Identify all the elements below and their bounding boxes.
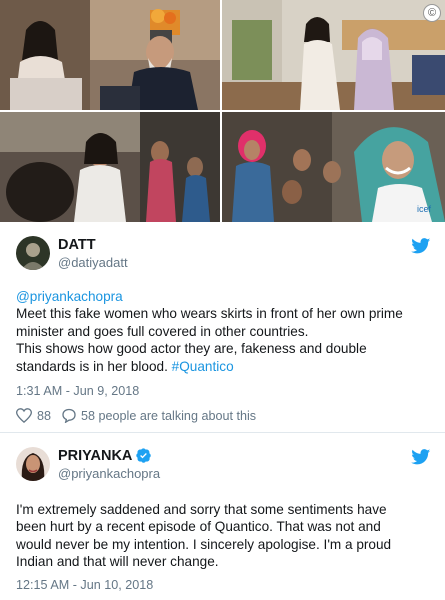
- tweet-timestamp[interactable]: 1:31 AM - Jun 9, 2018: [16, 384, 139, 398]
- photo-meeting-prime-minister: [0, 0, 220, 110]
- mention-link[interactable]: @priyankachopra: [16, 289, 123, 304]
- watermark-badge: ©: [423, 4, 441, 22]
- display-name-text[interactable]: PRIYANKA: [58, 448, 132, 464]
- avatar[interactable]: [16, 447, 50, 481]
- tweet-line: standards is in her blood.: [16, 358, 172, 374]
- tweet-line: Indian and that will never change.: [16, 554, 219, 570]
- tweet-timestamp[interactable]: 12:15 AM - Jun 10, 2018: [16, 578, 153, 592]
- twitter-bird-icon[interactable]: [411, 449, 431, 465]
- display-name[interactable]: PRIYANKA: [58, 448, 152, 464]
- photo-headscarf-crowd: icef: [222, 112, 445, 222]
- twitter-bird-icon[interactable]: [411, 238, 431, 254]
- tweet-line: would never be my intention. I sincerely…: [16, 536, 392, 552]
- comment-bubble-icon[interactable]: [61, 408, 77, 423]
- tweet-card-datt[interactable]: DATT @datiyadatt @priyankachopra Meet th…: [0, 222, 445, 433]
- user-handle[interactable]: @priyankachopra: [58, 466, 160, 481]
- tweet-text: I'm extremely saddened and sorry that so…: [16, 501, 434, 571]
- tweet-text: @priyankachopra Meet this fake women who…: [16, 288, 434, 375]
- display-name[interactable]: DATT: [58, 237, 96, 253]
- tweet-line: This shows how good actor they are, fake…: [16, 341, 367, 357]
- photo-refugee-visit: [0, 112, 220, 222]
- tweet-line: been hurt by a recent episode of Quantic…: [16, 519, 381, 535]
- like-count[interactable]: 88: [37, 409, 51, 423]
- tweet-line: I'm extremely saddened and sorry that so…: [16, 502, 387, 517]
- tweet-line: Meet this fake women who wears skirts in…: [16, 306, 403, 322]
- photo-collage: © icef: [0, 0, 445, 222]
- svg-text:icef: icef: [417, 204, 432, 214]
- talking-count[interactable]: 58 people are talking about this: [81, 409, 256, 423]
- avatar[interactable]: [16, 236, 50, 270]
- tweet-card-priyanka[interactable]: PRIYANKA @priyankachopra I'm extremely s…: [0, 433, 445, 600]
- tweet-line: minister and goes full covered in other …: [16, 323, 309, 339]
- verified-badge-icon: [136, 448, 152, 463]
- tweet-actions: 88 58 people are talking about this: [16, 408, 262, 423]
- photo-greeting: ©: [222, 0, 445, 110]
- heart-icon[interactable]: [16, 408, 32, 423]
- hashtag-link[interactable]: #Quantico: [172, 359, 234, 374]
- user-handle[interactable]: @datiyadatt: [58, 255, 128, 270]
